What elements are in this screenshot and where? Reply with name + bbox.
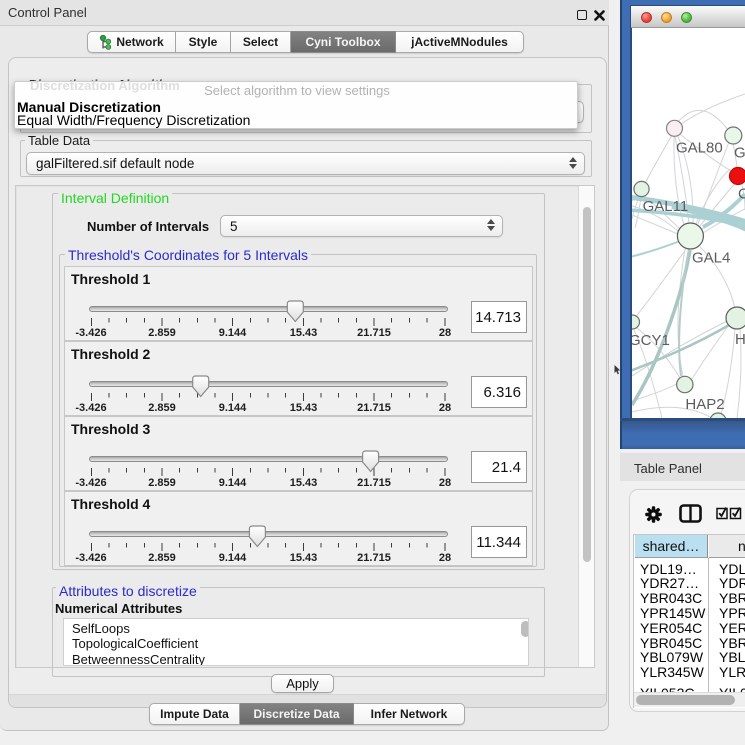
svg-text:GAL80: GAL80 — [676, 140, 723, 157]
svg-text:GCY1: GCY1 — [632, 332, 670, 349]
svg-text:GAL4: GAL4 — [692, 250, 730, 267]
svg-text:GA: GA — [734, 145, 745, 162]
svg-text:HAP2: HAP2 — [685, 396, 724, 413]
svg-text:HA: HA — [735, 331, 745, 348]
svg-text:CA: CA — [738, 186, 745, 203]
svg-text:GAL11: GAL11 — [643, 198, 689, 215]
